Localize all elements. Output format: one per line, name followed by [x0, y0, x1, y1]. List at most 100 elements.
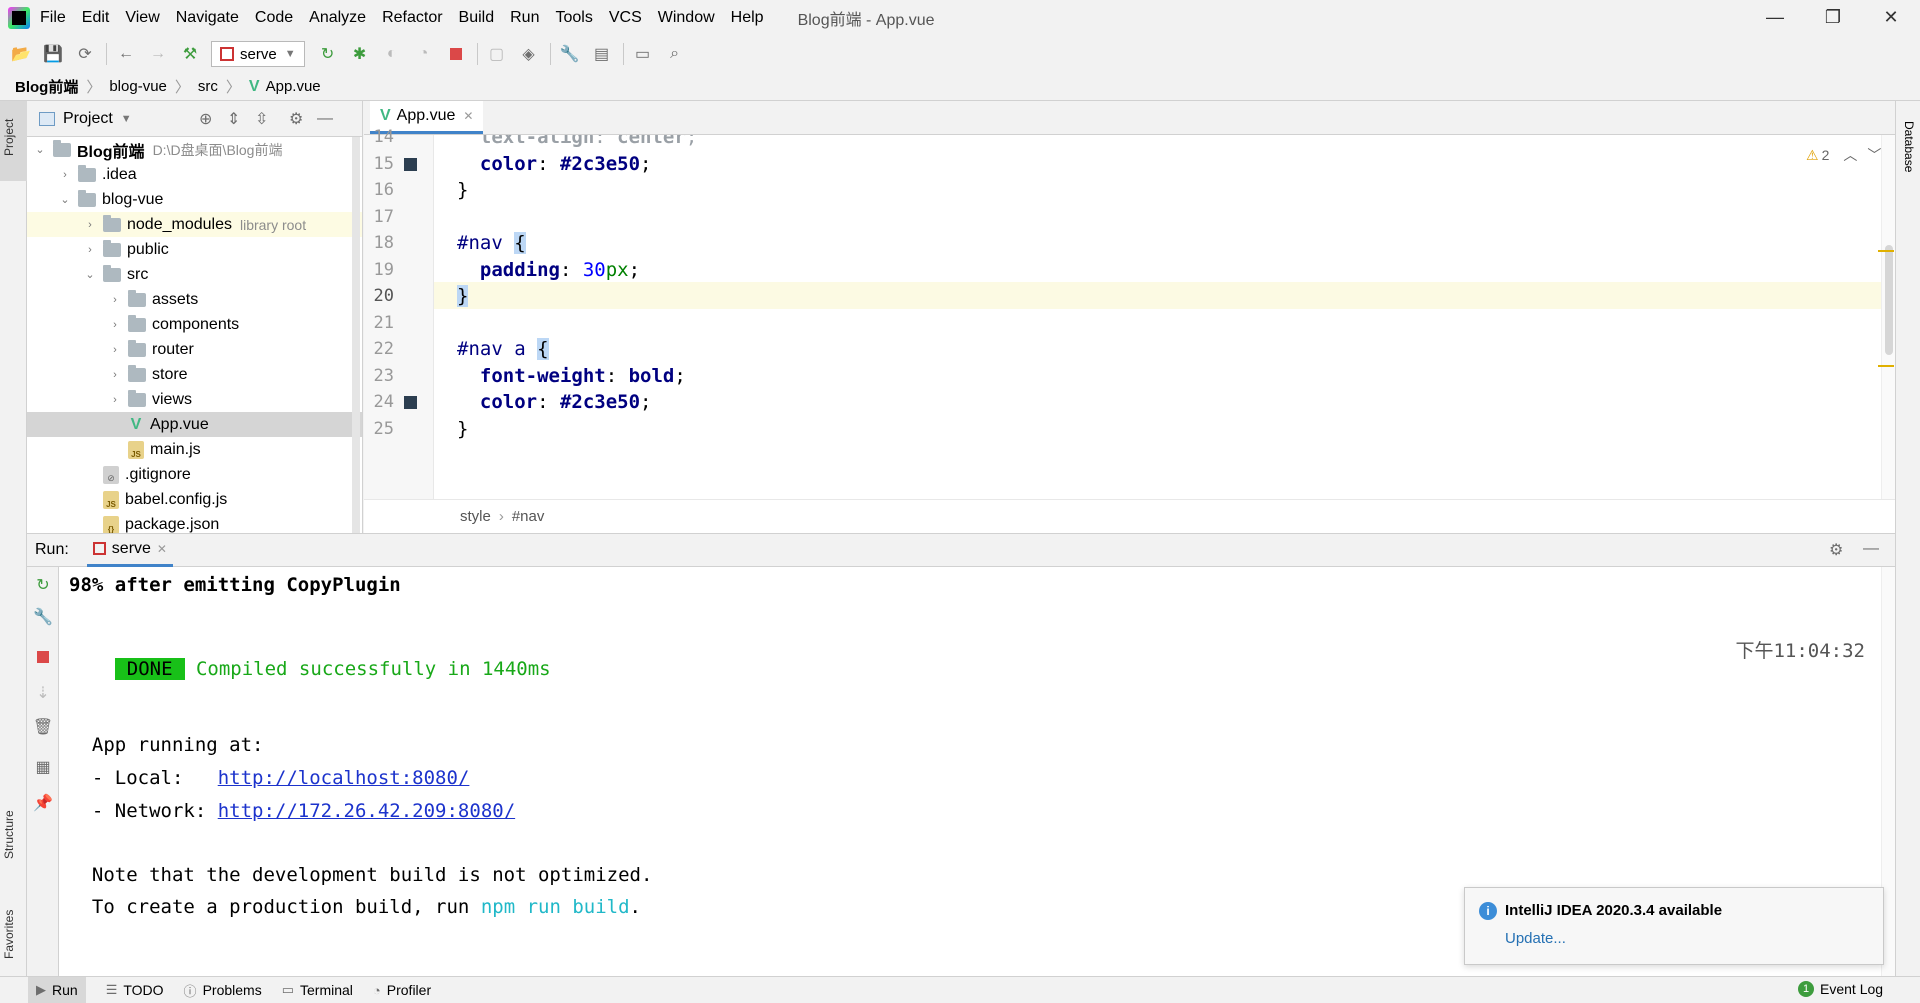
- tree-scrollbar[interactable]: [352, 137, 360, 533]
- status-tab-problems[interactable]: ⓘ Problems: [184, 981, 262, 1000]
- status-tab-profiler[interactable]: ◔ Profiler: [373, 982, 431, 998]
- chevron-down-icon[interactable]: ⌄: [33, 143, 47, 156]
- breadcrumb-src[interactable]: src: [198, 78, 218, 95]
- local-url-link[interactable]: http://localhost:8080/: [218, 767, 470, 789]
- database-stripe-tab[interactable]: Database: [1896, 101, 1920, 191]
- debug-icon[interactable]: ✱: [349, 43, 371, 65]
- close-icon[interactable]: ✕: [463, 109, 473, 123]
- project-stripe-tab[interactable]: Project: [0, 101, 27, 181]
- close-window-button[interactable]: ✕: [1868, 0, 1914, 35]
- tree-item[interactable]: V App.vue: [27, 412, 362, 437]
- terminal-icon[interactable]: ▭: [632, 43, 654, 65]
- chevron-right-icon[interactable]: ›: [108, 394, 122, 406]
- locate-icon[interactable]: ⊕: [199, 109, 212, 129]
- favorites-stripe-tab[interactable]: Favorites: [0, 881, 27, 961]
- menu-navigate[interactable]: Navigate: [176, 9, 239, 27]
- gear-icon[interactable]: ⚙: [1829, 540, 1843, 560]
- tree-item[interactable]: › router: [27, 337, 362, 362]
- chevron-right-icon[interactable]: ›: [83, 244, 97, 256]
- rerun-icon[interactable]: ↻: [317, 43, 339, 65]
- chevron-right-icon[interactable]: ›: [108, 344, 122, 356]
- menu-edit[interactable]: Edit: [82, 9, 110, 27]
- chevron-right-icon[interactable]: ›: [108, 319, 122, 331]
- tree-item[interactable]: › views: [27, 387, 362, 412]
- status-tab-todo[interactable]: ☰ TODO: [106, 982, 164, 998]
- menu-vcs[interactable]: VCS: [609, 9, 642, 27]
- menu-tools[interactable]: Tools: [555, 9, 592, 27]
- forward-icon[interactable]: →: [147, 43, 169, 65]
- editor-crumb-style[interactable]: style: [460, 508, 491, 525]
- gear-icon[interactable]: ⚙: [289, 109, 303, 129]
- pin-icon[interactable]: 📌: [33, 793, 53, 813]
- menu-code[interactable]: Code: [255, 9, 293, 27]
- collapse-all-icon[interactable]: ⇳: [255, 109, 268, 129]
- open-folder-icon[interactable]: 📂: [10, 43, 32, 65]
- build-hammer-icon[interactable]: ⚒: [179, 43, 201, 65]
- profile-icon[interactable]: ◔: [413, 43, 435, 65]
- tree-item[interactable]: › node_modules library root: [27, 212, 362, 237]
- chevron-right-icon[interactable]: ›: [83, 219, 97, 231]
- warning-marker[interactable]: [1878, 250, 1894, 252]
- tree-item[interactable]: ⌄ blog-vue: [27, 187, 362, 212]
- run-tab-serve[interactable]: serve ✕: [86, 534, 173, 567]
- menu-file[interactable]: File: [40, 9, 66, 27]
- trash-icon[interactable]: 🗑: [33, 717, 53, 737]
- project-view-title[interactable]: Project: [63, 110, 113, 128]
- tree-item[interactable]: › assets: [27, 287, 362, 312]
- tree-item[interactable]: JS main.js: [27, 437, 362, 462]
- breadcrumb-root[interactable]: Blog前端: [15, 76, 78, 97]
- search-icon[interactable]: ⌕: [664, 43, 686, 65]
- code-area[interactable]: text-align: center; color: #2c3e50;} #nav…: [364, 135, 1895, 499]
- hide-panel-icon[interactable]: —: [317, 110, 333, 128]
- attach-debugger-icon[interactable]: ▢: [486, 43, 508, 65]
- menu-window[interactable]: Window: [658, 9, 715, 27]
- close-icon[interactable]: ✕: [157, 542, 167, 556]
- wrench-icon[interactable]: 🔧: [33, 607, 53, 627]
- chevron-down-icon[interactable]: ⌄: [58, 193, 72, 206]
- vcs-icon[interactable]: ◈: [518, 43, 540, 65]
- tree-item[interactable]: › .idea: [27, 162, 362, 187]
- tree-item[interactable]: › public: [27, 237, 362, 262]
- tree-item[interactable]: › components: [27, 312, 362, 337]
- warning-marker[interactable]: [1878, 365, 1894, 367]
- tree-item[interactable]: ⊘ .gitignore: [27, 462, 362, 487]
- chevron-right-icon[interactable]: ›: [108, 294, 122, 306]
- stop-icon[interactable]: [445, 43, 467, 65]
- tree-item[interactable]: ⌄ src: [27, 262, 362, 287]
- tree-item[interactable]: JS babel.config.js: [27, 487, 362, 512]
- menu-run[interactable]: Run: [510, 9, 539, 27]
- scroll-to-end-icon[interactable]: ⇣: [33, 683, 53, 703]
- chevron-right-icon[interactable]: ›: [58, 169, 72, 181]
- hide-panel-icon[interactable]: —: [1863, 540, 1879, 558]
- expand-all-icon[interactable]: ⇕: [227, 109, 240, 129]
- settings-wrench-icon[interactable]: 🔧: [559, 43, 581, 65]
- sync-icon[interactable]: ⟳: [74, 43, 96, 65]
- coverage-icon[interactable]: ◐: [381, 43, 403, 65]
- restore-button[interactable]: ❐: [1810, 0, 1856, 35]
- menu-build[interactable]: Build: [459, 9, 495, 27]
- layout-icon[interactable]: ▦: [33, 757, 53, 777]
- tree-item[interactable]: › store: [27, 362, 362, 387]
- project-structure-icon[interactable]: ▤: [591, 43, 613, 65]
- back-icon[interactable]: ←: [115, 43, 137, 65]
- editor-scrollbar[interactable]: [1878, 135, 1895, 499]
- status-tab-run[interactable]: ▶ Run: [28, 977, 86, 1003]
- structure-stripe-tab[interactable]: Structure: [0, 781, 27, 861]
- stop-icon[interactable]: [33, 647, 53, 667]
- menu-refactor[interactable]: Refactor: [382, 9, 442, 27]
- network-url-link[interactable]: http://172.26.42.209:8080/: [218, 800, 515, 822]
- breadcrumb-blog-vue[interactable]: blog-vue: [109, 78, 167, 95]
- scroll-thumb[interactable]: [1885, 245, 1893, 355]
- run-config-select[interactable]: serve ▼: [211, 41, 305, 67]
- rerun-icon[interactable]: ↻: [33, 575, 53, 595]
- save-all-icon[interactable]: 💾: [42, 43, 64, 65]
- menu-analyze[interactable]: Analyze: [309, 9, 366, 27]
- menu-help[interactable]: Help: [731, 9, 764, 27]
- menu-view[interactable]: View: [125, 9, 159, 27]
- status-tab-terminal[interactable]: ▭ Terminal: [282, 982, 353, 998]
- breadcrumb-app-vue[interactable]: App.vue: [266, 78, 321, 95]
- update-link[interactable]: Update...: [1505, 930, 1566, 947]
- status-event-log[interactable]: 1 Event Log: [1798, 981, 1883, 997]
- chevron-down-icon[interactable]: ⌄: [83, 268, 97, 281]
- editor-crumb-nav[interactable]: #nav: [512, 508, 545, 525]
